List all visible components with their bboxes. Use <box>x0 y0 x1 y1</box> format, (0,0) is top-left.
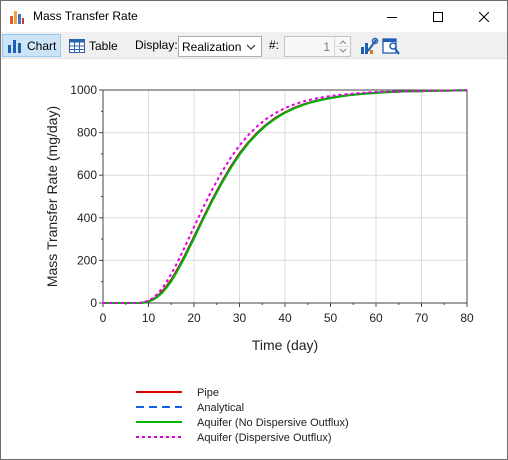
chart-view-label: Chart <box>27 38 57 53</box>
chart-area: 0 10 20 30 40 50 60 70 80 0 200 400 600 800 1000 Time… <box>1 60 507 459</box>
y-tick-label: 200 <box>77 253 97 267</box>
x-tick-label: 30 <box>233 311 247 325</box>
close-icon <box>479 11 489 22</box>
toolbar: Chart Table Display: Realization #: 1 <box>1 32 507 59</box>
table-view-label: Table <box>89 38 118 53</box>
x-tick-label: 60 <box>369 311 383 325</box>
y-tick-label: 1000 <box>70 83 97 97</box>
mass-transfer-window: Mass Transfer Rate Chart Table Display: … <box>0 0 508 460</box>
maximize-icon <box>433 11 443 22</box>
chart-legend: Pipe Analytical Aquifer (No Dispersive Out… <box>136 387 349 444</box>
x-axis-ticks: 0 10 20 30 40 50 60 70 80 <box>100 303 474 325</box>
x-tick-label: 80 <box>460 311 474 325</box>
x-tick-label: 20 <box>187 311 201 325</box>
x-axis-label: Time (day) <box>252 337 318 353</box>
close-button[interactable] <box>461 1 507 32</box>
chart-properties-icon[interactable] <box>381 36 401 56</box>
table-icon <box>69 38 85 53</box>
chart-icon <box>8 39 21 53</box>
x-tick-label: 70 <box>415 311 429 325</box>
chevron-down-icon <box>246 44 256 50</box>
number-label: #: <box>269 38 280 52</box>
chart-view-button[interactable]: Chart <box>2 34 62 57</box>
y-tick-label: 600 <box>77 168 97 182</box>
y-tick-label: 400 <box>77 211 97 225</box>
minimize-icon <box>387 16 397 18</box>
table-view-button[interactable]: Table <box>65 34 122 57</box>
y-tick-label: 0 <box>90 296 97 310</box>
legend-label: Aquifer (Dispersive Outflux) <box>197 432 332 444</box>
legend-label: Pipe <box>197 387 219 399</box>
x-tick-label: 40 <box>278 311 292 325</box>
display-select-value: Realization <box>182 40 242 54</box>
display-select[interactable]: Realization <box>178 36 262 57</box>
y-tick-label: 800 <box>77 126 97 140</box>
stepper-arrows-icon <box>335 40 351 53</box>
chart-grid <box>102 89 468 304</box>
realization-number-stepper[interactable]: 1 <box>284 36 351 57</box>
minimize-button[interactable] <box>369 1 415 32</box>
chart-style-icon[interactable] <box>359 36 379 56</box>
legend-label: Aquifer (No Dispersive Outflux) <box>197 417 349 429</box>
x-tick-label: 50 <box>324 311 338 325</box>
bar-chart-icon <box>10 11 24 24</box>
legend-label: Analytical <box>197 402 244 414</box>
x-tick-label: 10 <box>142 311 156 325</box>
display-label: Display: <box>135 38 178 52</box>
y-axis-ticks: 0 200 400 600 800 1000 <box>70 83 103 310</box>
y-axis-label: Mass Transfer Rate (mg/day) <box>44 106 60 287</box>
realization-number-value: 1 <box>323 40 330 54</box>
title-bar[interactable]: Mass Transfer Rate <box>1 1 507 32</box>
mass-transfer-chart[interactable]: 0 10 20 30 40 50 60 70 80 0 200 400 600 800 1000 Time… <box>1 60 507 459</box>
x-tick-label: 0 <box>100 311 107 325</box>
maximize-button[interactable] <box>415 1 461 32</box>
stepper-buttons[interactable] <box>334 37 351 56</box>
window-title: Mass Transfer Rate <box>33 9 138 23</box>
